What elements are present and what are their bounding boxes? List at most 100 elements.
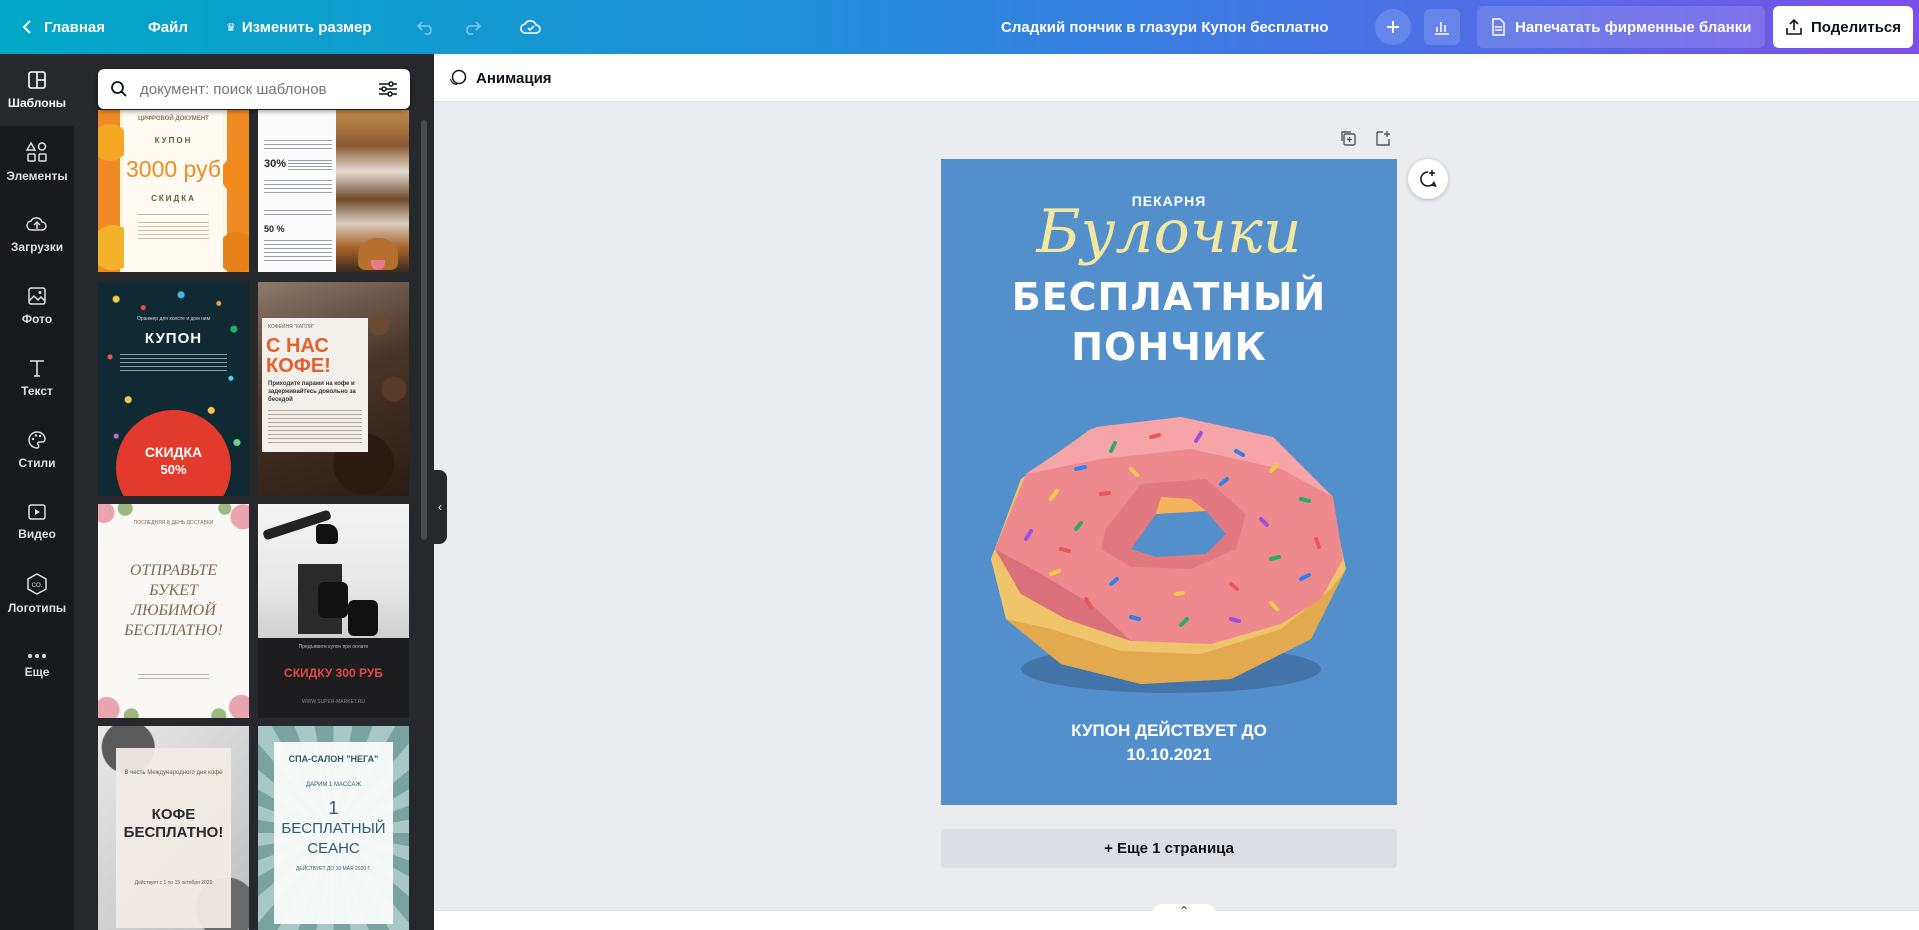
comment-button[interactable]: [1408, 159, 1448, 199]
template-thumb-coffee[interactable]: КОФЕЙНЯ "КАПЛЯ" С НАС КОФЕ! Приходите па…: [258, 282, 409, 496]
thumb-line: ЛЮБИМОЙ: [131, 602, 216, 619]
add-page-icon-button[interactable]: [1372, 127, 1394, 149]
rail-item-video[interactable]: Видео: [0, 486, 74, 558]
template-thumb-coupon-3000[interactable]: ЦИФРОВОЙ ДОКУМЕНТ КУПОН 3000 руб СКИДКА: [98, 110, 249, 272]
rail-label: Стили: [18, 456, 56, 470]
resize-button[interactable]: ♛ Изменить размер: [226, 0, 372, 54]
headline-line-1: БЕСПЛАТНЫЙ: [1011, 275, 1327, 319]
thumb-fine-print: [138, 222, 209, 240]
rail-label: Фото: [21, 312, 53, 326]
validity-line-1: КУПОН ДЕЙСТВУЕТ ДО: [1071, 721, 1267, 740]
svg-text:CO.: CO.: [32, 583, 43, 589]
cloud-save-button[interactable]: [520, 0, 542, 54]
file-menu[interactable]: Файл: [148, 0, 188, 54]
canvas-scrollbar[interactable]: [1906, 102, 1919, 910]
thumb-fine-print: [268, 410, 362, 444]
undo-icon: [416, 21, 432, 35]
upload-icon: [26, 217, 47, 231]
bar-chart-icon: [1435, 22, 1449, 35]
home-button[interactable]: Главная: [22, 0, 105, 54]
rail-label: Элементы: [6, 169, 68, 183]
plus-icon: [1387, 21, 1399, 33]
rail-item-logos[interactable]: CO. Логотипы: [0, 558, 74, 630]
thumb-line: БУКЕТ: [149, 582, 198, 599]
chevron-up-icon: ⌃: [1178, 904, 1190, 918]
thumb-title: КОФЕ!: [266, 355, 331, 377]
shoe-shape: [348, 600, 378, 636]
rail-label: Текст: [21, 384, 53, 398]
rail-item-elements[interactable]: Элементы: [0, 126, 74, 198]
thumb-caption: В честь Международного дня кофе: [124, 770, 223, 776]
elements-icon: [26, 141, 47, 162]
show-pages-toggle[interactable]: ⌃: [1152, 904, 1216, 918]
rail-label: Видео: [18, 527, 56, 541]
template-thumb-dog-discount[interactable]: 30% 50 %: [258, 110, 409, 272]
rail-item-uploads[interactable]: Загрузки: [0, 198, 74, 270]
templates-icon: [28, 71, 46, 89]
thumb-line: КОФЕ: [151, 806, 196, 823]
thumb-line: БЕСПЛАТНО!: [123, 824, 224, 841]
template-thumb-bouquet[interactable]: ПОСЛЕДНЯЯ В ДЕНЬ ДОСТАВКИ ОТПРАВЬТЕ БУКЕ…: [98, 504, 249, 718]
document-icon: [1492, 18, 1505, 36]
rail-item-photos[interactable]: Фото: [0, 270, 74, 342]
thumb-title: С НАС: [266, 335, 329, 357]
design-page[interactable]: ПЕКАРНЯ Булочки БЕСПЛАТНЫЙ ПОНЧИК КУПОН …: [941, 159, 1397, 805]
redo-button[interactable]: [462, 0, 482, 54]
top-bar: Главная Файл ♛ Изменить размер Сладкий п…: [0, 0, 1919, 54]
thumb-caption: Оранжер для холсте и дом ним: [136, 316, 211, 322]
home-label: Главная: [44, 18, 106, 36]
resize-label: Изменить размер: [241, 18, 372, 36]
text-icon: [30, 360, 44, 377]
document-title[interactable]: Сладкий пончик в глазури Купон бесплатно: [1001, 0, 1329, 54]
validity-date: 10.10.2021: [1126, 745, 1212, 764]
shoe-shape: [318, 582, 348, 618]
search-icon: [111, 81, 127, 97]
rail-item-more[interactable]: Еще: [0, 630, 74, 702]
file-label: Файл: [148, 18, 188, 36]
insights-button[interactable]: [1424, 9, 1460, 45]
thumb-caption: Предъявите купон при оплате: [298, 644, 369, 650]
thumb-fine-print: [264, 140, 332, 152]
thumb-percent: 50 %: [264, 224, 285, 234]
template-thumb-spa[interactable]: СПА-САЛОН "НЕГА" ДАРИМ 1 МАССАЖ 1 БЕСПЛА…: [258, 726, 409, 930]
thumb-line: 1: [328, 798, 339, 818]
photo-icon: [28, 287, 46, 305]
undo-button[interactable]: [416, 0, 436, 54]
duplicate-page-button[interactable]: [1337, 127, 1359, 149]
headline-line-2: ПОНЧИК: [1071, 325, 1267, 369]
add-button[interactable]: [1375, 9, 1411, 45]
animation-button[interactable]: Анимация: [448, 54, 552, 102]
cloud-check-icon: [520, 20, 541, 34]
templates-panel: ЦИФРОВОЙ ДОКУМЕНТ КУПОН 3000 руб СКИДКА …: [74, 54, 434, 930]
thumb-fine-print: [264, 180, 332, 194]
rail-item-styles[interactable]: Стили: [0, 414, 74, 486]
panel-scrollbar[interactable]: [421, 120, 427, 540]
video-icon: [28, 504, 46, 520]
print-label: Напечатать фирменные бланки: [1515, 18, 1752, 36]
rail-item-text[interactable]: Текст: [0, 342, 74, 414]
logo-icon: CO.: [27, 573, 47, 595]
collapse-panel-button[interactable]: ‹: [433, 470, 447, 544]
thumb-line: СЕАНС: [307, 840, 360, 857]
comment-add-icon: [1420, 170, 1437, 188]
share-button[interactable]: Поделиться: [1773, 6, 1914, 48]
brand-name: Булочки: [1036, 197, 1302, 267]
template-thumb-sneakers[interactable]: Предъявите купон при оплате СКИДКУ 300 Р…: [258, 504, 409, 718]
rail-item-templates[interactable]: Шаблоны: [0, 54, 74, 126]
thumb-caption: ПОСЛЕДНЯЯ В ДЕНЬ ДОСТАВКИ: [133, 520, 214, 526]
thumb-fine-print: [120, 354, 227, 372]
template-thumb-confetti-coupon[interactable]: Оранжер для холсте и дом ним КУПОН СКИДК…: [98, 282, 249, 496]
search-input[interactable]: [138, 79, 368, 99]
thumb-fine-print: [264, 240, 332, 264]
thumb-title: СКИДКУ 300 РУБ: [284, 666, 383, 680]
add-page-button[interactable]: + Еще 1 страница: [941, 829, 1397, 868]
filter-icon[interactable]: [378, 80, 398, 98]
template-search[interactable]: [98, 69, 410, 109]
thumb-url: WWW.SUPER-MARKET.RU: [301, 699, 366, 705]
print-button[interactable]: Напечатать фирменные бланки: [1477, 6, 1766, 48]
thumb-date: Действует с 1 по 15 октября 2020: [134, 880, 213, 886]
thumb-subtitle: Приходите парами на кофе и задерживайтес…: [268, 381, 356, 403]
animation-icon: [449, 69, 467, 86]
document-title-text: Сладкий пончик в глазури Купон бесплатно: [1001, 18, 1329, 36]
template-thumb-free-coffee[interactable]: В честь Международного дня кофе КОФЕ БЕС…: [98, 726, 249, 930]
